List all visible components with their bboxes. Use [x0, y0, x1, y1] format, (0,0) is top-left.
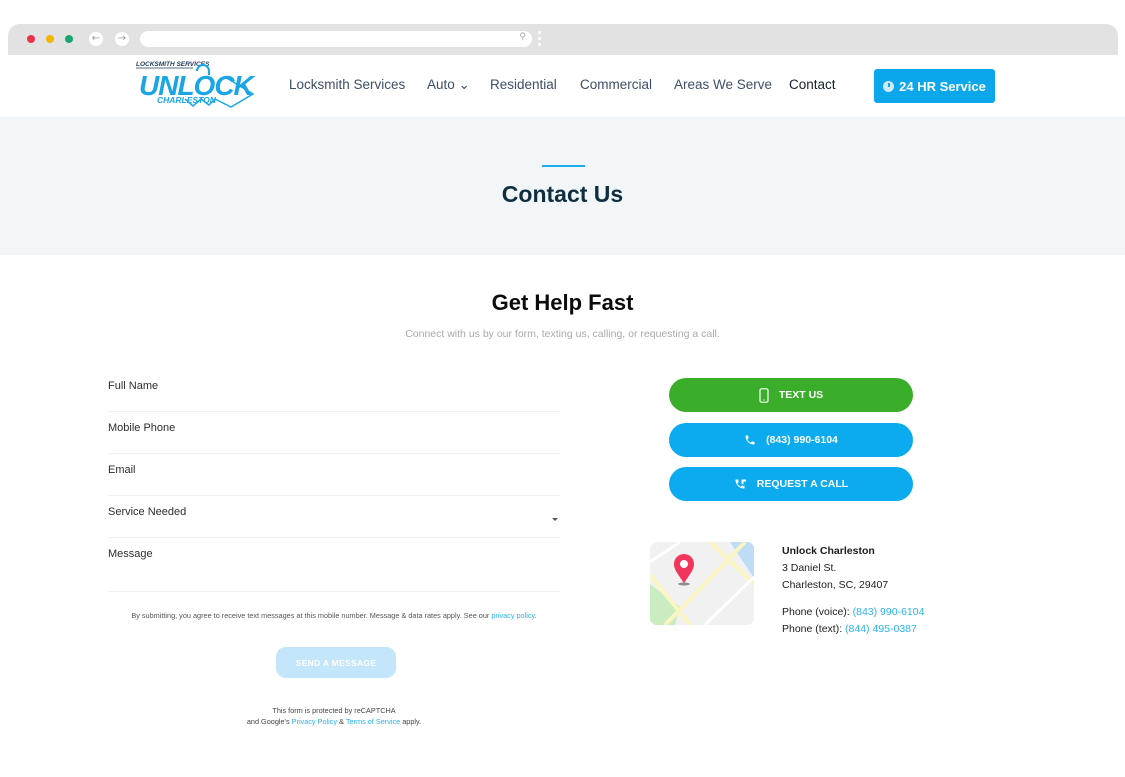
privacy-policy-link[interactable]: privacy policy — [491, 611, 534, 620]
text-phone-link[interactable]: (844) 495-0387 — [845, 623, 917, 635]
clock-icon — [883, 80, 895, 92]
close-window-button[interactable] — [27, 35, 35, 43]
send-message-button[interactable]: SEND A MESSAGE — [276, 647, 396, 678]
email-field[interactable]: Email — [108, 454, 560, 496]
text-phone-label: Phone (text): — [782, 623, 846, 635]
recaptcha-amp: & — [337, 717, 346, 726]
logo-sub: CHARLESTON — [157, 95, 217, 105]
minimize-window-button[interactable] — [46, 35, 54, 43]
nav-locksmith-services[interactable]: Locksmith Services — [289, 77, 405, 92]
business-name: Unlock Charleston — [782, 545, 875, 557]
nav-commercial[interactable]: Commercial — [580, 77, 652, 92]
arrow-right-icon: → — [117, 33, 127, 44]
address-line2: Charleston, SC, 29407 — [782, 579, 889, 591]
call-label: (843) 990-6104 — [766, 434, 838, 446]
nav-contact[interactable]: Contact — [789, 77, 836, 92]
24hr-service-button[interactable]: 24 HR Service — [874, 69, 995, 103]
back-button[interactable]: ← — [89, 32, 103, 46]
service-needed-field[interactable]: Service Needed — [108, 496, 560, 538]
nav-residential[interactable]: Residential — [490, 77, 557, 92]
hero-banner: Contact Us — [0, 117, 1125, 255]
24hr-service-label: 24 HR Service — [899, 78, 986, 94]
message-field[interactable]: Message — [108, 538, 560, 592]
voice-phone-label: Phone (voice): — [782, 606, 853, 618]
disclaimer-end: . — [534, 611, 537, 620]
phone-callback-icon — [735, 479, 746, 489]
nav-auto[interactable]: Auto ⌄ — [427, 77, 470, 93]
map-thumbnail[interactable] — [650, 542, 754, 625]
disclaimer-text: By submitting, you agree to receive text… — [131, 611, 492, 620]
text-us-label: TEXT US — [778, 389, 824, 401]
address-bar[interactable]: ⚲ — [140, 31, 532, 47]
google-privacy-link[interactable]: Privacy Policy — [292, 717, 337, 726]
call-button[interactable]: (843) 990-6104 — [669, 423, 913, 457]
request-call-button[interactable]: REQUEST A CALL — [669, 467, 913, 501]
browser-toolbar: ← → ⚲ — [8, 24, 1118, 55]
phone-icon — [745, 435, 755, 445]
site-header: LOCKSMITH SERVICES UNLOCK CHARLESTON Loc… — [0, 55, 1125, 117]
forward-button[interactable]: → — [115, 32, 129, 46]
mobile-phone-icon — [759, 387, 769, 403]
logo[interactable]: LOCKSMITH SERVICES UNLOCK CHARLESTON — [135, 57, 257, 115]
text-us-button[interactable]: TEXT US — [669, 378, 913, 412]
accent-divider — [542, 165, 585, 167]
search-icon: ⚲ — [519, 32, 526, 42]
section-subtitle: Connect with us by our form, texting us,… — [405, 328, 720, 340]
recaptcha-pre: and Google's — [246, 717, 292, 726]
voice-phone-link[interactable]: (843) 990-6104 — [853, 606, 925, 618]
message-input[interactable] — [108, 538, 560, 591]
full-name-field[interactable]: Full Name — [108, 370, 560, 412]
maximize-window-button[interactable] — [65, 35, 73, 43]
mobile-phone-field[interactable]: Mobile Phone — [108, 412, 560, 454]
recaptcha-post: apply. — [400, 717, 422, 726]
recaptcha-notice: This form is protected by reCAPTCHA and … — [108, 705, 560, 727]
request-call-label: REQUEST A CALL — [756, 478, 849, 490]
dropdown-caret-icon — [552, 518, 558, 521]
mobile-phone-input[interactable] — [108, 412, 560, 453]
sms-disclaimer: By submitting, you agree to receive text… — [108, 610, 560, 621]
recaptcha-line1: This form is protected by reCAPTCHA — [272, 706, 396, 715]
arrow-left-icon: ← — [91, 33, 101, 44]
page-title: Contact Us — [501, 181, 624, 207]
voice-phone-row: Phone (voice): (843) 990-6104 — [782, 604, 924, 621]
section-title: Get Help Fast — [491, 290, 634, 315]
service-needed-label: Service Needed — [108, 506, 187, 518]
google-terms-link[interactable]: Terms of Service — [346, 717, 400, 726]
email-input[interactable] — [108, 454, 560, 495]
browser-menu-icon[interactable] — [538, 31, 541, 48]
contact-card: Unlock Charleston 3 Daniel St. Charlesto… — [782, 543, 924, 638]
full-name-input[interactable] — [108, 370, 560, 411]
text-phone-row: Phone (text): (844) 495-0387 — [782, 621, 924, 638]
nav-areas-we-serve[interactable]: Areas We Serve — [674, 77, 772, 92]
address-line1: 3 Daniel St. — [782, 562, 837, 574]
